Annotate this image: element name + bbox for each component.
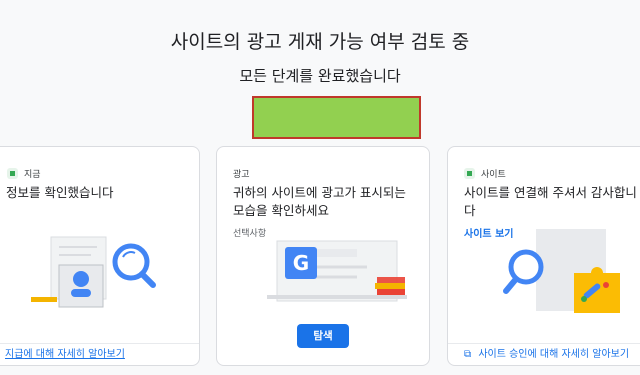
card-ads: 광고 귀하의 사이트에 광고가 표시되는 모습을 확인하세요 선택사항 G 탐색 bbox=[216, 146, 430, 366]
learn-site-approval-link[interactable]: ⧉ 사이트 승인에 대해 자세히 알아보기 bbox=[448, 343, 640, 365]
learn-site-approval-link-label: 사이트 승인에 대해 자세히 알아보기 bbox=[478, 349, 630, 360]
card-tag: 지금 bbox=[7, 167, 41, 180]
learn-payments-link[interactable]: 지급에 대해 자세히 알아보기 bbox=[0, 343, 199, 365]
card-text: 귀하의 사이트에 광고가 표시되는 모습을 확인하세요 bbox=[233, 184, 406, 220]
browser-ads-illustration bbox=[267, 240, 407, 302]
puzzle-search-illustration bbox=[503, 229, 620, 313]
card-text: 정보를 확인했습니다 bbox=[6, 185, 114, 200]
card-payments: 지금 정보를 확인했습니다 지급에 대해 자세히 알아보기 bbox=[0, 146, 200, 366]
card-tag-label: 광고 bbox=[233, 170, 250, 180]
status-check-icon bbox=[464, 168, 475, 179]
card-text-line: 사이트를 연결해 주셔서 감사합니 bbox=[464, 185, 637, 200]
card-text: 사이트를 연결해 주셔서 감사합니 다 bbox=[464, 184, 637, 220]
page-subtitle: 모든 단계를 완료했습니다 bbox=[239, 67, 401, 85]
card-tag: 사이트 bbox=[464, 167, 506, 180]
learn-payments-link-label: 지급에 대해 자세히 알아보기 bbox=[5, 349, 125, 360]
card-site: 사이트 사이트를 연결해 주셔서 감사합니 다 사이트 보기 ⧉ 사이트 승인에… bbox=[447, 146, 640, 366]
highlight-box bbox=[252, 96, 421, 139]
status-check-icon bbox=[7, 168, 18, 179]
card-text-line: 모습을 확인하세요 bbox=[233, 203, 329, 218]
card-tag: 광고 bbox=[233, 167, 250, 180]
card-tag-label: 지금 bbox=[24, 170, 41, 180]
card-tag-label: 사이트 bbox=[481, 170, 506, 180]
google-g-logo: G bbox=[285, 247, 317, 279]
card-text-line: 귀하의 사이트에 광고가 표시되는 bbox=[233, 185, 406, 200]
page-title: 사이트의 광고 게재 가능 여부 검토 중 bbox=[170, 31, 470, 53]
explore-button[interactable]: 탐색 bbox=[297, 324, 349, 348]
document-search-illustration bbox=[31, 236, 156, 308]
open-external-icon: ⧉ bbox=[464, 349, 472, 360]
card-text-line: 다 bbox=[464, 203, 476, 218]
